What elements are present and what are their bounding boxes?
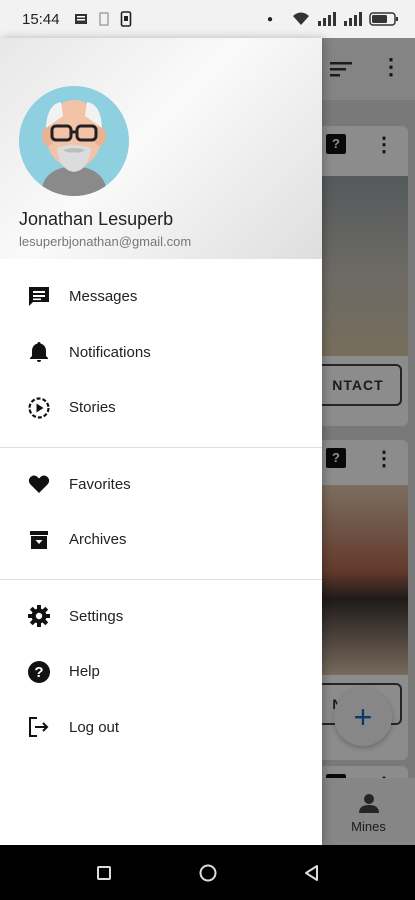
menu-item-archives[interactable]: Archives: [0, 512, 322, 568]
signal-icon-2: [344, 12, 362, 26]
menu-item-settings[interactable]: Settings: [0, 589, 322, 645]
message-icon: [27, 285, 51, 309]
logout-icon: [27, 715, 51, 739]
menu-item-label: Favorites: [69, 475, 131, 493]
notification-phone-icon: [120, 11, 131, 27]
menu-item-notifications[interactable]: Notifications: [0, 325, 322, 381]
menu-item-label: Help: [69, 663, 100, 681]
archive-icon: [27, 528, 51, 552]
dot-icon: ●: [266, 13, 273, 25]
battery-icon: [369, 12, 398, 26]
avatar-illustration: [19, 86, 129, 196]
notification-sim-icon: [98, 12, 109, 26]
menu-divider: [0, 446, 322, 448]
menu-item-label: Archives: [69, 531, 127, 549]
bell-icon: [27, 340, 51, 364]
square-icon: [97, 866, 111, 880]
wifi-icon: [293, 12, 309, 25]
system-nav-bar: [0, 845, 415, 900]
menu-divider: [0, 578, 322, 580]
home-button[interactable]: [196, 861, 220, 885]
user-name: Jonathan Lesuperb: [19, 209, 174, 229]
menu-item-stories[interactable]: Stories: [0, 380, 322, 436]
gear-icon: [27, 604, 51, 628]
menu-item-label: Messages: [69, 288, 138, 306]
user-email: lesuperbjonathan@gmail.com: [19, 234, 192, 249]
svg-text:?: ?: [34, 664, 43, 681]
triangle-back-icon: [305, 865, 318, 881]
status-time: 15:44: [22, 10, 60, 28]
back-button[interactable]: [300, 861, 324, 885]
drawer-menu: Settings ? Help Log out: [0, 589, 322, 756]
menu-item-logout[interactable]: Log out: [0, 700, 322, 756]
stories-icon: [27, 396, 51, 420]
avatar[interactable]: [19, 86, 129, 196]
heart-icon: [27, 472, 51, 496]
recent-apps-button[interactable]: [92, 861, 116, 885]
menu-item-label: Notifications: [69, 343, 151, 361]
menu-item-help[interactable]: ? Help: [0, 644, 322, 700]
notification-message-icon: [74, 14, 87, 24]
circle-icon: [199, 864, 217, 882]
help-icon: ?: [27, 660, 51, 684]
menu-item-favorites[interactable]: Favorites: [0, 457, 322, 513]
menu-item-label: Log out: [69, 718, 120, 736]
drawer-header: Jonathan Lesuperb lesuperbjonathan@gmail…: [0, 38, 322, 259]
drawer-menu: Messages Notifications Stories: [0, 269, 322, 436]
status-bar: 15:44 ●: [0, 0, 415, 38]
drawer-menu: Favorites Archives: [0, 457, 322, 568]
signal-icon: [318, 12, 336, 26]
menu-item-messages[interactable]: Messages: [0, 269, 322, 325]
menu-item-label: Stories: [69, 399, 116, 417]
navigation-drawer: Jonathan Lesuperb lesuperbjonathan@gmail…: [0, 38, 322, 845]
menu-item-label: Settings: [69, 607, 124, 625]
